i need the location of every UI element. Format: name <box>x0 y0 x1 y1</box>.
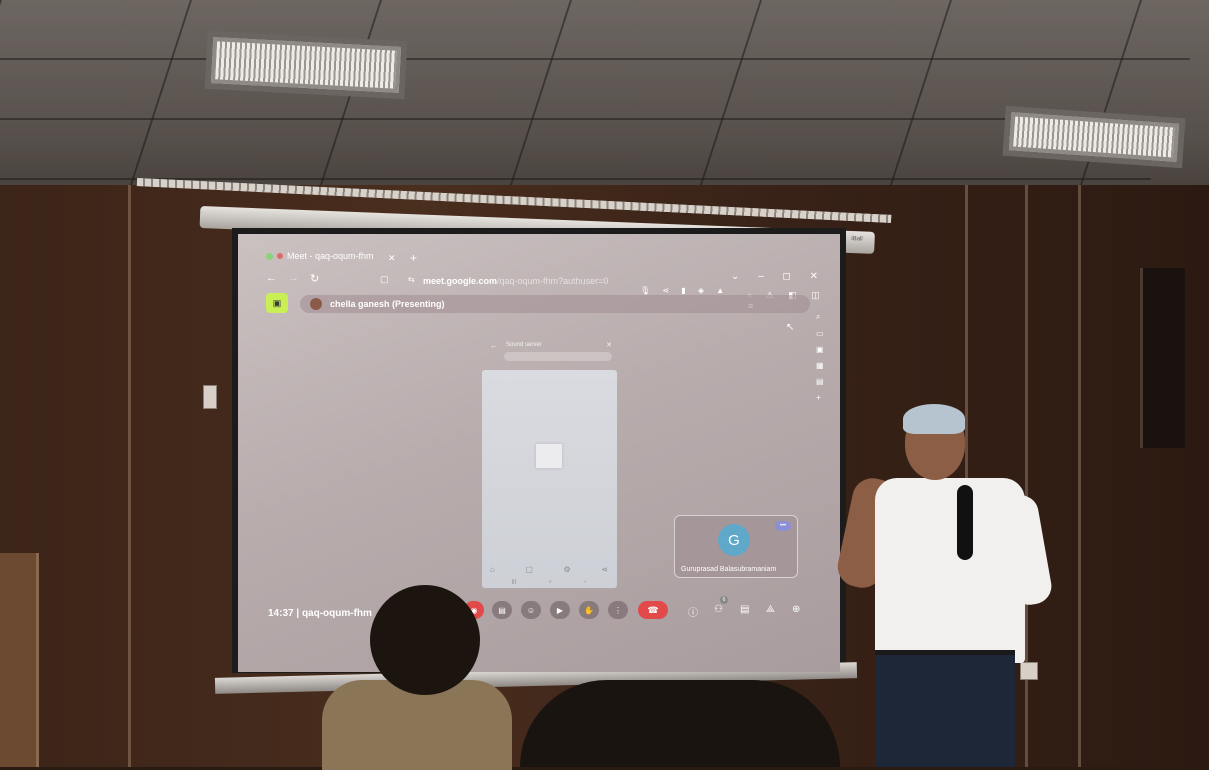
reload-icon[interactable]: ↻ <box>310 272 319 285</box>
side-add-icon[interactable]: + <box>816 393 824 402</box>
side-search-icon[interactable]: ⌕ <box>816 312 824 322</box>
meet-favicon-icon <box>266 252 273 260</box>
recording-dot-icon <box>277 253 283 259</box>
chat-icon[interactable]: ▤ <box>740 604 749 615</box>
activities-icon[interactable]: ⟁ <box>766 604 775 615</box>
phone-search-field[interactable] <box>504 352 612 361</box>
tile-more-options-icon[interactable]: ••• <box>775 521 791 531</box>
tab-title: Meet - qaq-oqum-fhm <box>287 251 374 261</box>
phone-loading-tile <box>536 444 562 468</box>
raise-hand-icon[interactable]: ✋ <box>579 601 599 619</box>
door <box>0 553 39 767</box>
presenting-banner: chella ganesh (Presenting) <box>300 295 810 313</box>
shared-phone-header: ← Sound server ✕ <box>488 339 616 363</box>
url-path: /qaq-oqum-fhm?authuser=0 <box>497 276 609 286</box>
wall-speaker <box>1140 268 1185 448</box>
audience-head <box>370 585 480 695</box>
presenter-cap <box>903 404 965 434</box>
side-apps-icon[interactable]: ▤ <box>816 377 824 386</box>
side-video-icon[interactable]: ▣ <box>816 345 824 354</box>
self-tile-name: Guruprasad Balasubramaniam <box>681 566 777 573</box>
self-avatar: G <box>718 524 750 556</box>
ceiling-vent <box>210 37 402 93</box>
audience-member <box>322 585 512 770</box>
info-icon[interactable]: ⓘ <box>688 604 698 619</box>
microphone <box>957 485 973 560</box>
address-bar-icons[interactable]: 🎙 ⋖ ▮ ◈ ▲ <box>640 286 729 295</box>
phone-bottom-nav: ⌂ ▢ ⚙ ⋖ <box>490 565 608 574</box>
shared-phone-screen: ⌂ ▢ ⚙ ⋖ ||| ○ ‹ <box>482 370 617 588</box>
browser-tab[interactable]: Meet - qaq-oqum-fhm <box>258 248 382 264</box>
tab-search-icon[interactable]: ▢ <box>380 274 389 285</box>
url-host: meet.google.com <box>423 276 498 286</box>
forward-icon[interactable]: → <box>288 272 299 284</box>
phone-back-icon[interactable]: ← <box>490 341 498 350</box>
projector-brand: iBall <box>851 236 863 243</box>
wall-socket <box>203 385 217 409</box>
phone-home-button-icon[interactable]: ○ <box>549 579 552 585</box>
phone-mic-off-icon[interactable]: ✕ <box>606 341 612 349</box>
site-info-icon[interactable]: ⇆ <box>408 275 415 284</box>
browser-side-panel: ⌕ ▭ ▣ ▦ ▤ + <box>816 312 824 402</box>
host-controls-icon[interactable]: ⊕ <box>792 604 800 615</box>
phone-share-icon[interactable]: ⋖ <box>601 565 608 574</box>
phone-settings-icon[interactable]: ⚙ <box>564 565 571 574</box>
self-video-tile[interactable]: G ••• Guruprasad Balasubramaniam <box>674 515 798 578</box>
side-grid-icon[interactable]: ▦ <box>816 361 824 370</box>
tab-close-icon[interactable]: ✕ <box>388 253 396 264</box>
phone-system-nav: ||| ○ ‹ <box>512 579 586 585</box>
shared-app-title: Sound server <box>506 342 542 348</box>
hangup-button[interactable]: ☎ <box>638 601 668 619</box>
present-icon[interactable]: ▶ <box>550 601 570 619</box>
more-options-icon[interactable]: ⋮ <box>608 601 628 619</box>
back-icon[interactable]: ← <box>266 272 277 284</box>
people-icon[interactable]: ⚇ <box>714 604 723 615</box>
phone-recent-icon[interactable]: ||| <box>512 579 516 585</box>
presenter-label: chella ganesh (Presenting) <box>330 299 445 309</box>
phone-home-icon[interactable]: ⌂ <box>490 565 495 574</box>
browser-tab-bar: Meet - qaq-oqum-fhm ✕ + <box>238 242 840 265</box>
new-tab-icon[interactable]: + <box>410 251 417 265</box>
side-screen-icon[interactable]: ▭ <box>816 329 824 338</box>
emoji-icon[interactable]: ☺ <box>521 601 541 619</box>
phone-back-button-icon[interactable]: ‹ <box>584 579 586 585</box>
stop-presenting-icon[interactable]: ▣ <box>266 293 288 313</box>
wall-panel-line <box>128 185 131 767</box>
address-bar: ← → ↻ ▢ ⇆ meet.google.com/qaq-oqum-fhm?a… <box>238 272 840 295</box>
mouse-cursor-icon: ↖ <box>786 322 795 333</box>
presenter-person <box>834 400 1055 767</box>
audience-member-foreground <box>520 680 840 767</box>
phone-bookmark-icon[interactable]: ▢ <box>525 565 533 574</box>
wall-panel-line <box>1078 185 1081 767</box>
url-text[interactable]: meet.google.com/qaq-oqum-fhm?authuser=0 <box>423 276 608 286</box>
meeting-clock: 14:37 <box>268 608 294 619</box>
presenter-avatar <box>310 298 322 310</box>
participant-count-badge: 6 <box>720 596 728 604</box>
presenter-trousers <box>875 655 1015 767</box>
